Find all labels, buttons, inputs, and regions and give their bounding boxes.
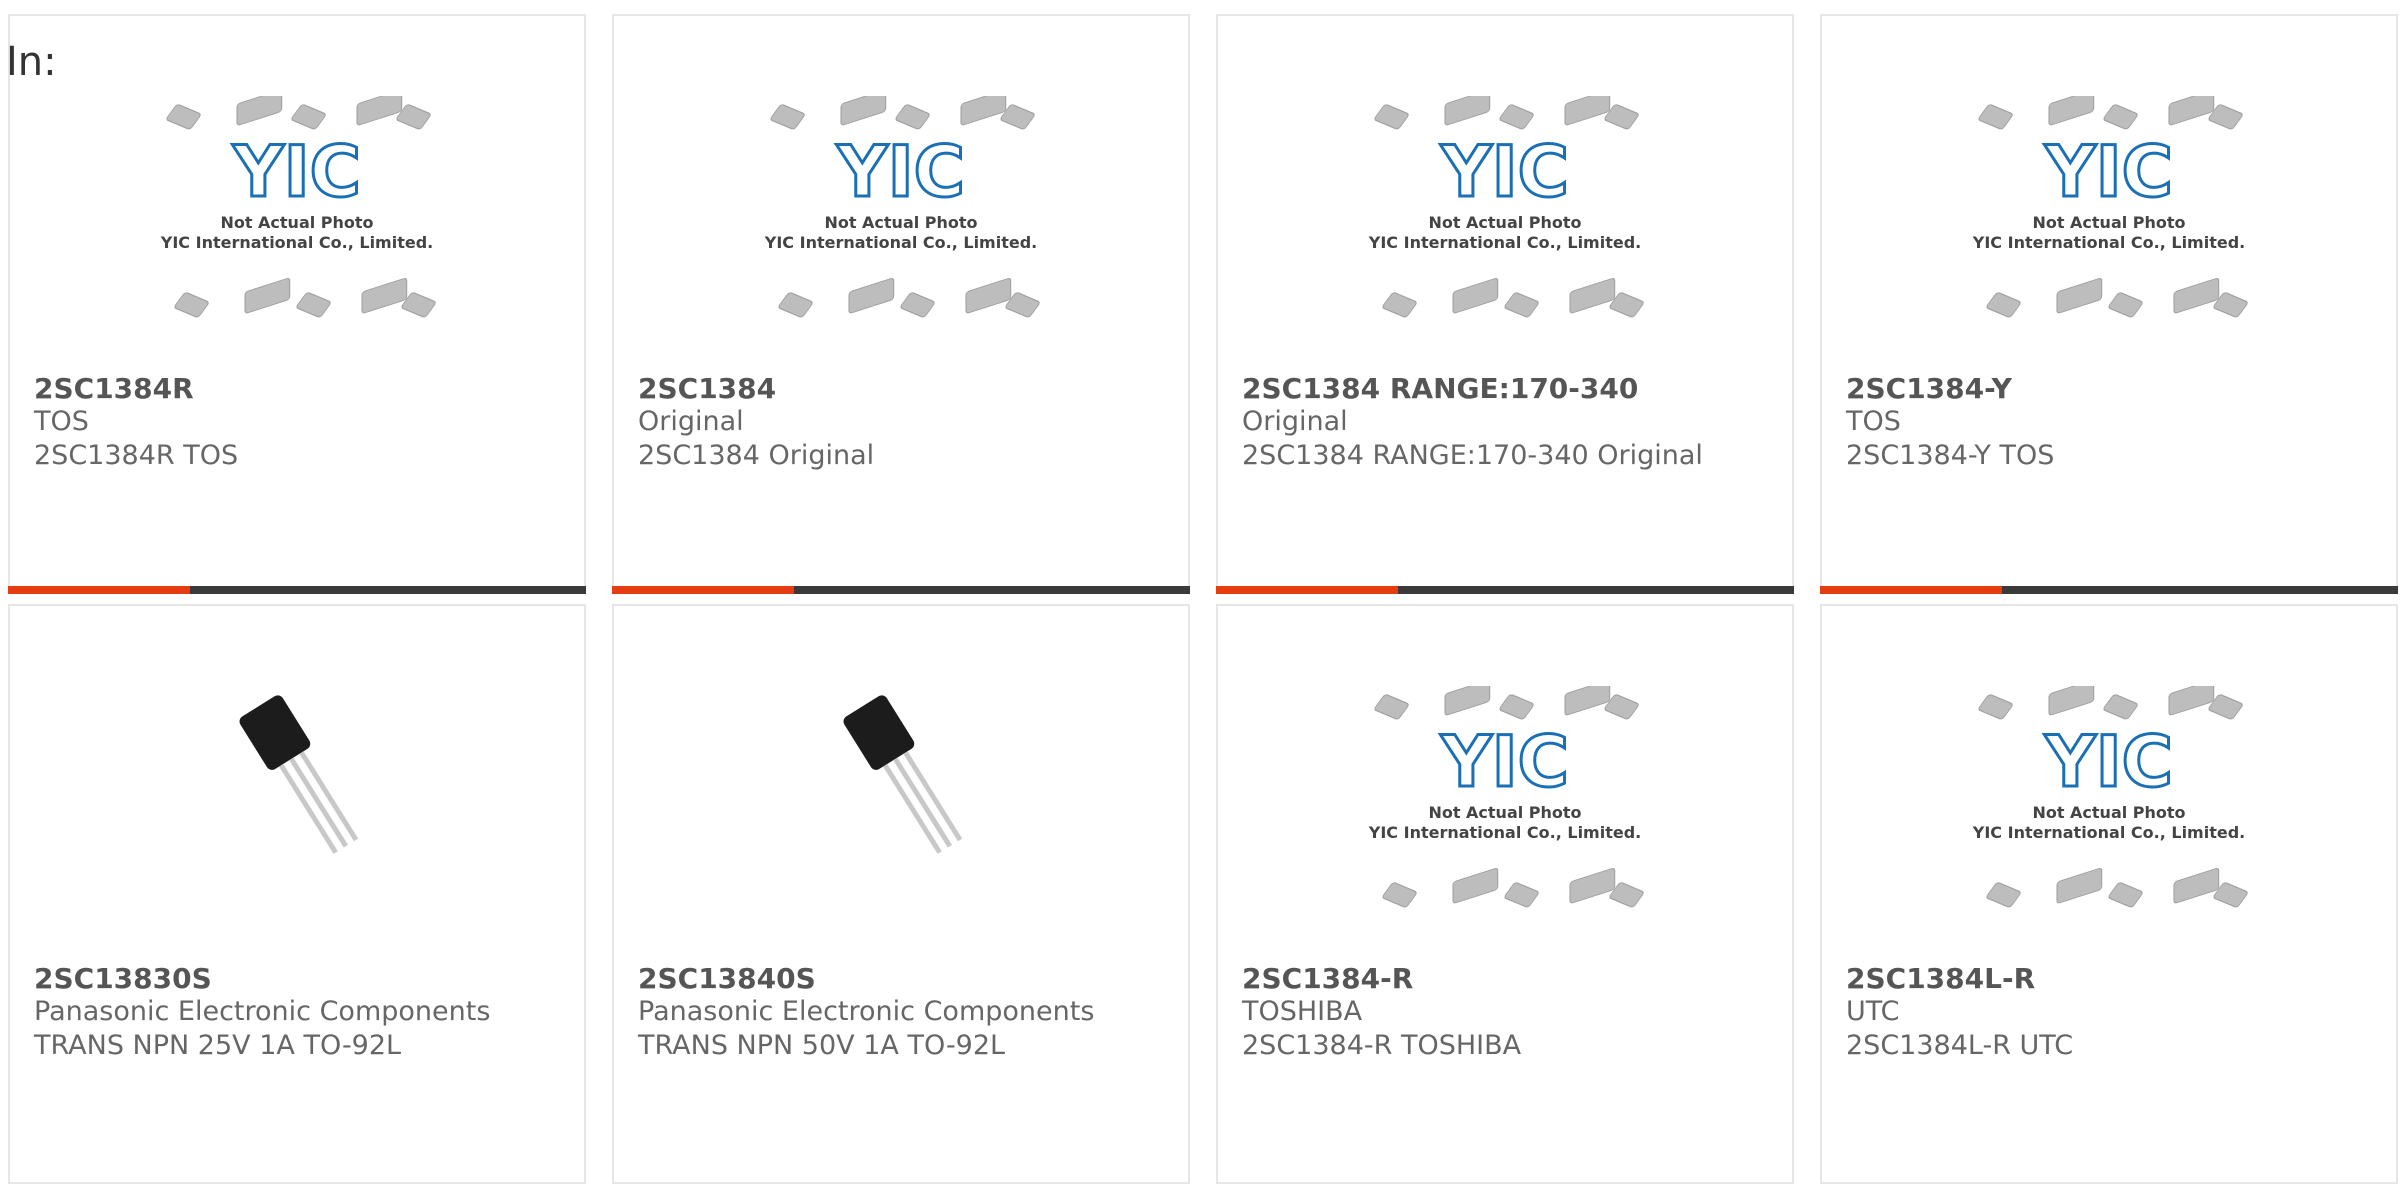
part-number[interactable]: 2SC13830S xyxy=(34,962,212,995)
part-number[interactable]: 2SC1384-Y xyxy=(1846,372,2012,405)
svg-text:YIC International Co., Limited: YIC International Co., Limited. xyxy=(1368,823,1641,842)
svg-text:YIC International Co., Limited: YIC International Co., Limited. xyxy=(1972,823,2245,842)
svg-text:Not Actual Photo: Not Actual Photo xyxy=(1428,213,1581,232)
part-number[interactable]: 2SC1384R xyxy=(34,372,194,405)
svg-text:Not Actual Photo: Not Actual Photo xyxy=(1428,803,1581,822)
card-bottom-bar xyxy=(1820,586,2398,594)
svg-text:YIC: YIC xyxy=(2044,131,2173,213)
svg-text:YIC: YIC xyxy=(1440,721,1569,803)
product-card[interactable]: 2SC13830S Panasonic Electronic Component… xyxy=(8,604,586,1184)
accent-bar xyxy=(1216,586,1398,594)
svg-text:Not Actual Photo: Not Actual Photo xyxy=(824,213,977,232)
part-number[interactable]: 2SC1384L-R xyxy=(1846,962,2035,995)
description: TRANS NPN 50V 1A TO-92L xyxy=(638,1030,1006,1061)
placeholder-graphic: YIC Not Actual Photo YIC International C… xyxy=(1972,96,2248,318)
description: 2SC1384-R TOSHIBA xyxy=(1242,1030,1522,1061)
placeholder-graphic: YIC Not Actual Photo YIC International C… xyxy=(160,96,436,318)
description: 2SC1384R TOS xyxy=(34,440,239,471)
svg-text:YIC: YIC xyxy=(2044,721,2173,803)
product-image-placeholder: YIC Not Actual Photo YIC International C… xyxy=(1822,686,2396,956)
card-bottom-bar xyxy=(612,586,1190,594)
to92-graphic xyxy=(801,676,1001,896)
svg-text:Not Actual Photo: Not Actual Photo xyxy=(2032,213,2185,232)
placeholder-graphic: YIC Not Actual Photo YIC International C… xyxy=(1368,96,1644,318)
svg-text:YIC International Co., Limited: YIC International Co., Limited. xyxy=(764,233,1037,252)
placeholder-graphic: YIC Not Actual Photo YIC International C… xyxy=(764,96,1040,318)
part-number[interactable]: 2SC1384 RANGE:170-340 xyxy=(1242,372,1638,405)
svg-text:YIC International Co., Limited: YIC International Co., Limited. xyxy=(160,233,433,252)
description: 2SC1384 Original xyxy=(638,440,875,471)
svg-text:YIC: YIC xyxy=(1440,131,1569,213)
manufacturer: TOS xyxy=(1846,406,1901,437)
svg-text:Not Actual Photo: Not Actual Photo xyxy=(220,213,373,232)
product-image-placeholder: YIC Not Actual Photo YIC International C… xyxy=(1218,96,1792,366)
product-card[interactable]: YIC Not Actual Photo YIC International C… xyxy=(612,14,1190,594)
product-card[interactable]: YIC Not Actual Photo YIC International C… xyxy=(1820,14,2398,594)
product-card[interactable]: YIC Not Actual Photo YIC International C… xyxy=(1216,14,1794,594)
accent-bar xyxy=(1820,586,2002,594)
accent-bar xyxy=(612,586,794,594)
description: 2SC1384L-R UTC xyxy=(1846,1030,2074,1061)
manufacturer: Panasonic Electronic Components xyxy=(34,996,491,1027)
manufacturer: TOSHIBA xyxy=(1242,996,1363,1027)
card-bottom-bar xyxy=(8,586,586,594)
manufacturer: TOS xyxy=(34,406,89,437)
svg-text:YIC International Co., Limited: YIC International Co., Limited. xyxy=(1972,233,2245,252)
card-bottom-bar xyxy=(1216,586,1794,594)
product-image-placeholder: YIC Not Actual Photo YIC International C… xyxy=(10,96,584,366)
placeholder-graphic: YIC Not Actual Photo YIC International C… xyxy=(1972,686,2248,908)
product-card[interactable]: YIC Not Actual Photo YIC International C… xyxy=(1820,604,2398,1184)
part-number[interactable]: 2SC1384-R xyxy=(1242,962,1413,995)
manufacturer: Original xyxy=(1242,406,1348,437)
product-image-placeholder: YIC Not Actual Photo YIC International C… xyxy=(614,96,1188,366)
product-image-transistor xyxy=(10,676,584,946)
description: 2SC1384 RANGE:170-340 Original xyxy=(1242,440,1703,471)
product-image-placeholder: YIC Not Actual Photo YIC International C… xyxy=(1218,686,1792,956)
svg-text:YIC: YIC xyxy=(836,131,965,213)
svg-text:Not Actual Photo: Not Actual Photo xyxy=(2032,803,2185,822)
part-number[interactable]: 2SC13840S xyxy=(638,962,816,995)
accent-bar xyxy=(8,586,190,594)
manufacturer: Panasonic Electronic Components xyxy=(638,996,1095,1027)
product-card[interactable]: 2SC13840S Panasonic Electronic Component… xyxy=(612,604,1190,1184)
svg-text:YIC: YIC xyxy=(232,131,361,213)
description: 2SC1384-Y TOS xyxy=(1846,440,2055,471)
description: TRANS NPN 25V 1A TO-92L xyxy=(34,1030,402,1061)
part-number[interactable]: 2SC1384 xyxy=(638,372,776,405)
product-image-placeholder: YIC Not Actual Photo YIC International C… xyxy=(1822,96,2396,366)
placeholder-graphic: YIC Not Actual Photo YIC International C… xyxy=(1368,686,1644,908)
product-image-transistor xyxy=(614,676,1188,946)
to92-graphic xyxy=(197,676,397,896)
manufacturer: Original xyxy=(638,406,744,437)
product-card[interactable]: YIC Not Actual Photo YIC International C… xyxy=(1216,604,1794,1184)
product-card[interactable]: YIC Not Actual Photo YIC International C… xyxy=(8,14,586,594)
manufacturer: UTC xyxy=(1846,996,1900,1027)
filter-label: In: xyxy=(6,39,57,85)
svg-text:YIC International Co., Limited: YIC International Co., Limited. xyxy=(1368,233,1641,252)
